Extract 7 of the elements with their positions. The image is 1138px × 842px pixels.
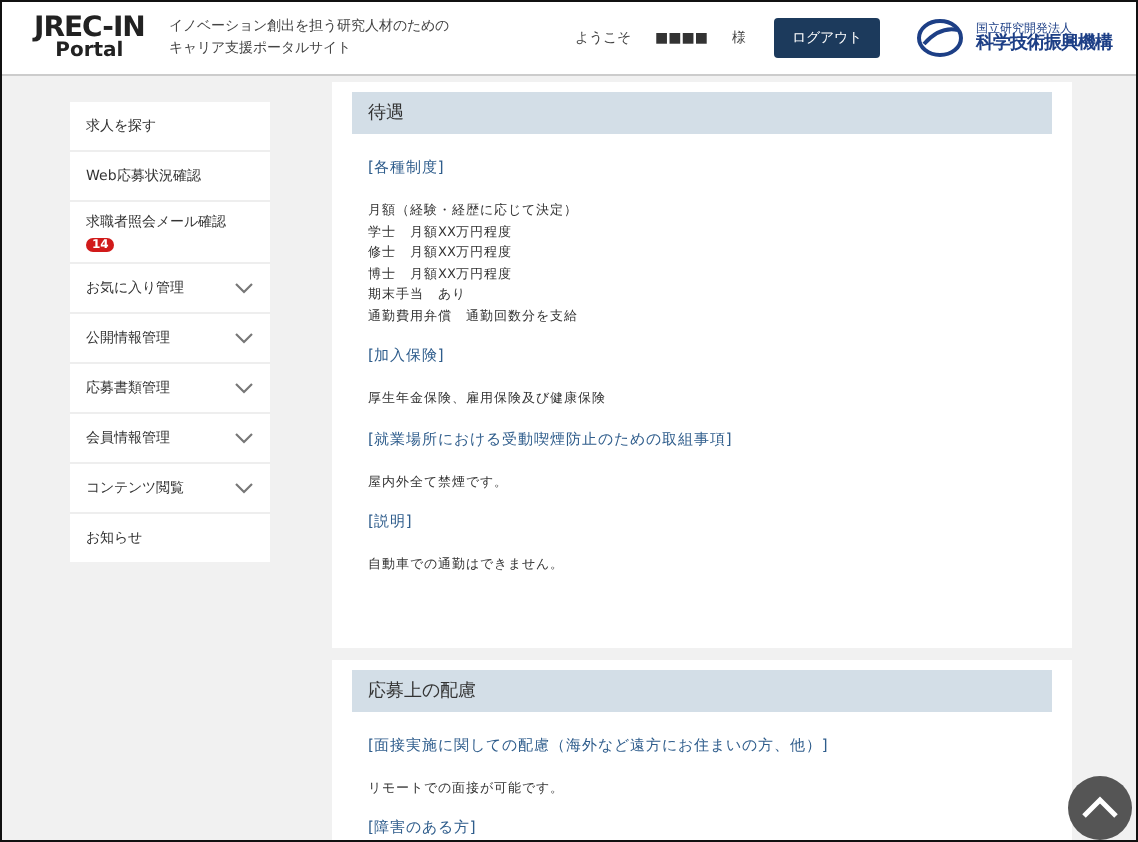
section-title: 待遇 [352,92,1052,134]
org-emblem-icon [916,18,964,58]
section-title: 応募上の配慮 [352,669,1052,711]
site-logo[interactable]: JREC-IN Portal [34,14,145,62]
back-to-top-button[interactable] [1068,776,1132,840]
chevron-up-icon [1080,796,1120,820]
org-name: 科学技術振興機構 [976,35,1112,53]
